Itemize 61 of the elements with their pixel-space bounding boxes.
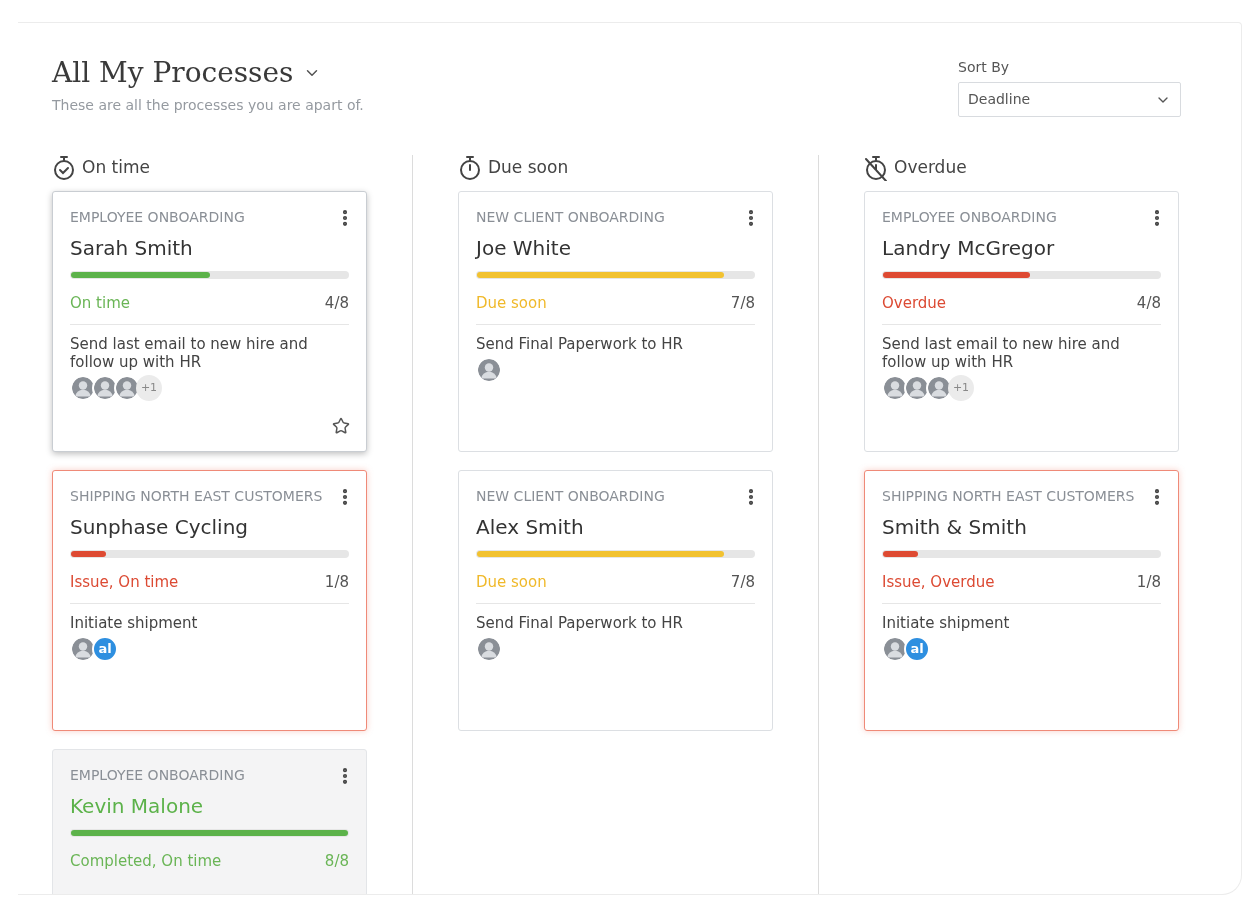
column-title: On time [82,156,150,180]
current-task: Send last email to new hire and follow up with HR [882,335,1121,371]
page-title: All My Processes [52,55,294,91]
avatar-silhouette [476,357,502,383]
process-card[interactable]: EMPLOYEE ONBOARDING Sarah Smith On time 4/8 Send last email to new hire and follow up with HR +1 [52,191,367,452]
process-category: SHIPPING NORTH EAST CUSTOMERS [70,487,323,505]
column-title: Due soon [488,156,569,180]
favorite-star-icon[interactable] [332,417,350,435]
status-text: On time [70,294,130,312]
status-text: Due soon [476,573,547,591]
process-name: Landry McGregor [882,236,1056,260]
avatar-initials: al [92,636,118,662]
process-card[interactable]: NEW CLIENT ONBOARDING Alex Smith Due soon 7/8 Send Final Paperwork to HR [458,470,773,731]
status-text: Issue, On time [70,573,179,591]
current-task: Initiate shipment [70,614,199,632]
avatar-silhouette [70,375,96,401]
status-text: Issue, Overdue [882,573,995,591]
column-title: Overdue [894,156,967,180]
process-category: EMPLOYEE ONBOARDING [70,208,245,226]
process-card[interactable]: NEW CLIENT ONBOARDING Joe White Due soon 7/8 Send Final Paperwork to HR [458,191,773,452]
process-category: EMPLOYEE ONBOARDING [882,208,1057,226]
current-task: Send Final Paperwork to HR [476,335,684,353]
more-assignees-count: +1 [136,375,162,401]
process-category: SHIPPING NORTH EAST CUSTOMERS [882,487,1135,505]
step-count: 8/8 [324,852,349,870]
process-card[interactable]: SHIPPING NORTH EAST CUSTOMERS Smith & Smith Issue, Overdue 1/8 Initiate shipment al [864,470,1179,731]
page-subtitle: These are all the processes you are apart of. [52,96,364,115]
status-text: Due soon [476,294,547,312]
process-name: Sunphase Cycling [70,515,250,539]
process-name: Alex Smith [476,515,585,539]
sort-select[interactable]: Deadline [958,82,1181,117]
stopwatch-icon [458,155,482,181]
current-task: Initiate shipment [882,614,1011,632]
avatar-silhouette [92,375,118,401]
process-category: EMPLOYEE ONBOARDING [70,766,245,784]
process-card[interactable]: EMPLOYEE ONBOARDING Landry McGregor Overdue 4/8 Send last email to new hire and follow up with HR +1 [864,191,1179,452]
process-card[interactable]: SHIPPING NORTH EAST CUSTOMERS Sunphase Cycling Issue, On time 1/8 Initiate shipment al [52,470,367,731]
stopwatch-off-icon [864,155,888,181]
process-category: NEW CLIENT ONBOARDING [476,487,665,505]
more-assignees-count: +1 [948,375,974,401]
step-count: 7/8 [730,573,755,591]
avatar-silhouette [882,375,908,401]
current-task: Send last email to new hire and follow up with HR [70,335,309,371]
step-count: 7/8 [730,294,755,312]
process-name: Kevin Malone [70,794,205,818]
avatar-silhouette [476,636,502,662]
step-count: 4/8 [324,294,349,312]
status-text: Overdue [882,294,947,312]
process-name: Joe White [476,236,572,260]
stopwatch-check-icon [52,155,76,181]
process-name: Smith & Smith [882,515,1028,539]
step-count: 1/8 [1136,573,1161,591]
avatar-silhouette [904,375,930,401]
step-count: 1/8 [324,573,349,591]
process-name: Sarah Smith [70,236,194,260]
avatar-initials: al [904,636,930,662]
process-category: NEW CLIENT ONBOARDING [476,208,665,226]
sort-label: Sort By [958,58,1011,77]
step-count: 4/8 [1136,294,1161,312]
current-task: Send Final Paperwork to HR [476,614,684,632]
status-text: Completed, On time [70,852,222,870]
